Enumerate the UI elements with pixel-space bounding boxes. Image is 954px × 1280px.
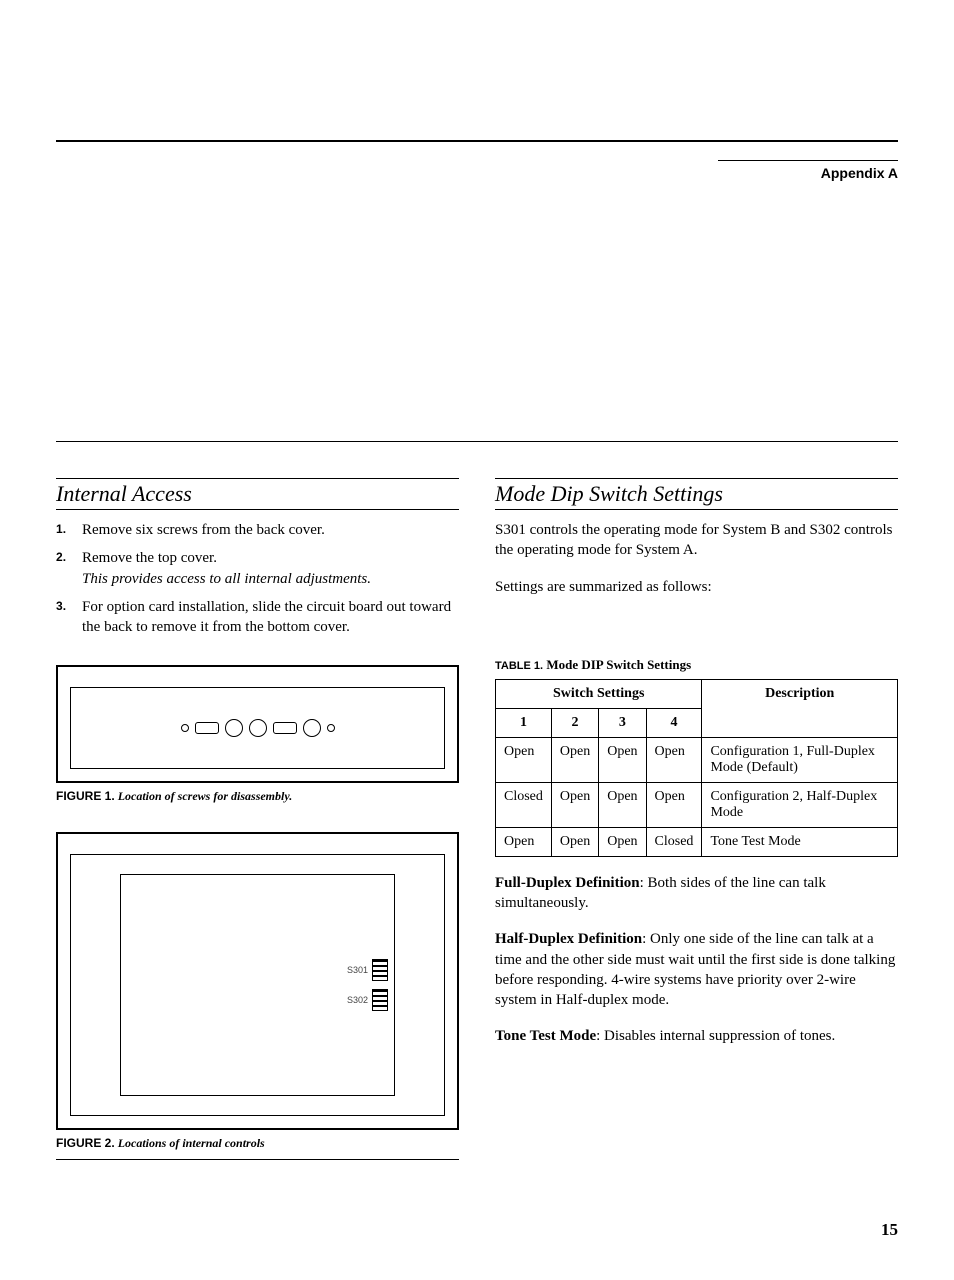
table-cell-desc: Tone Test Mode (702, 827, 898, 856)
table-cell: Open (599, 782, 646, 827)
dip-switch-icon (372, 959, 388, 981)
table-header-description: Description (702, 679, 898, 737)
step-text: For option card installation, slide the … (82, 599, 451, 635)
dip-switch-icon (372, 989, 388, 1011)
definition-lead: Half-Duplex Definition (495, 931, 642, 947)
figure-2-caption: FIGURE 2. Locations of internal controls (56, 1136, 459, 1151)
intro-paragraph-1: S301 controls the operating mode for Sys… (495, 520, 898, 561)
table-cell: Open (599, 827, 646, 856)
figure-1-title: Location of screws for disassembly. (118, 789, 293, 803)
table-cell: Open (496, 827, 552, 856)
left-column: Internal Access Remove six screws from t… (56, 478, 459, 1160)
step-text: Remove six screws from the back cover. (82, 522, 325, 538)
section-title-internal-access: Internal Access (56, 478, 459, 510)
step-text: Remove the top cover. (82, 550, 217, 566)
definition-lead: Tone Test Mode (495, 1028, 596, 1044)
step-item: Remove six screws from the back cover. (56, 520, 459, 540)
table-1-caption: TABLE 1. Mode DIP Switch Settings (495, 657, 898, 673)
table-header-switch-settings: Switch Settings (496, 679, 702, 708)
table-row: Closed Open Open Open Configuration 2, H… (496, 782, 898, 827)
definition-full-duplex: Full-Duplex Definition: Both sides of th… (495, 873, 898, 914)
appendix-label: Appendix A (718, 160, 898, 181)
figure-1-illustration (70, 687, 445, 769)
figure-2-label: FIGURE 2. (56, 1136, 115, 1150)
definition-body: : Disables internal suppression of tones… (596, 1028, 835, 1044)
step-item: For option card installation, slide the … (56, 597, 459, 638)
table-1-title: Mode DIP Switch Settings (546, 657, 691, 672)
table-cell: Open (551, 827, 598, 856)
dip-switch-table: Switch Settings Description 1 2 3 4 Open… (495, 679, 898, 857)
step-item: Remove the top cover. This provides acce… (56, 548, 459, 589)
page-number: 15 (56, 1220, 898, 1240)
left-bottom-rule (56, 1159, 459, 1160)
table-cell: Open (599, 737, 646, 782)
table-col-2: 2 (551, 708, 598, 737)
table-cell: Open (551, 737, 598, 782)
figure-1-caption: FIGURE 1. Location of screws for disasse… (56, 789, 459, 804)
figure-1-label: FIGURE 1. (56, 789, 115, 803)
table-cell: Closed (646, 827, 702, 856)
table-cell: Open (496, 737, 552, 782)
intro-paragraph-2: Settings are summarized as follows: (495, 577, 898, 597)
table-cell-desc: Configuration 2, Half-Duplex Mode (702, 782, 898, 827)
dip-label-s301: S301 (347, 965, 368, 975)
mid-rule (56, 441, 898, 442)
internal-access-steps: Remove six screws from the back cover. R… (56, 520, 459, 637)
figure-2-title: Locations of internal controls (118, 1136, 265, 1150)
two-column-layout: Internal Access Remove six screws from t… (56, 478, 898, 1160)
table-col-3: 3 (599, 708, 646, 737)
table-cell: Open (646, 782, 702, 827)
figure-2-illustration: S301 S302 (70, 854, 445, 1116)
table-row: Open Open Open Open Configuration 1, Ful… (496, 737, 898, 782)
table-cell-desc: Configuration 1, Full-Duplex Mode (Defau… (702, 737, 898, 782)
table-cell: Open (646, 737, 702, 782)
dip-label-s302: S302 (347, 995, 368, 1005)
table-col-1: 1 (496, 708, 552, 737)
table-col-4: 4 (646, 708, 702, 737)
table-cell: Open (551, 782, 598, 827)
section-title-mode-dip: Mode Dip Switch Settings (495, 478, 898, 510)
step-note: This provides access to all internal adj… (82, 571, 371, 587)
table-cell: Closed (496, 782, 552, 827)
definition-lead: Full-Duplex Definition (495, 875, 640, 891)
figure-1-box (56, 665, 459, 783)
figure-2-box: S301 S302 (56, 832, 459, 1130)
table-1-label: TABLE 1. (495, 660, 543, 672)
table-row: Open Open Open Closed Tone Test Mode (496, 827, 898, 856)
right-column: Mode Dip Switch Settings S301 controls t… (495, 478, 898, 1160)
top-rule (56, 140, 898, 142)
definition-half-duplex: Half-Duplex Definition: Only one side of… (495, 929, 898, 1010)
definition-tone-test: Tone Test Mode: Disables internal suppre… (495, 1026, 898, 1046)
